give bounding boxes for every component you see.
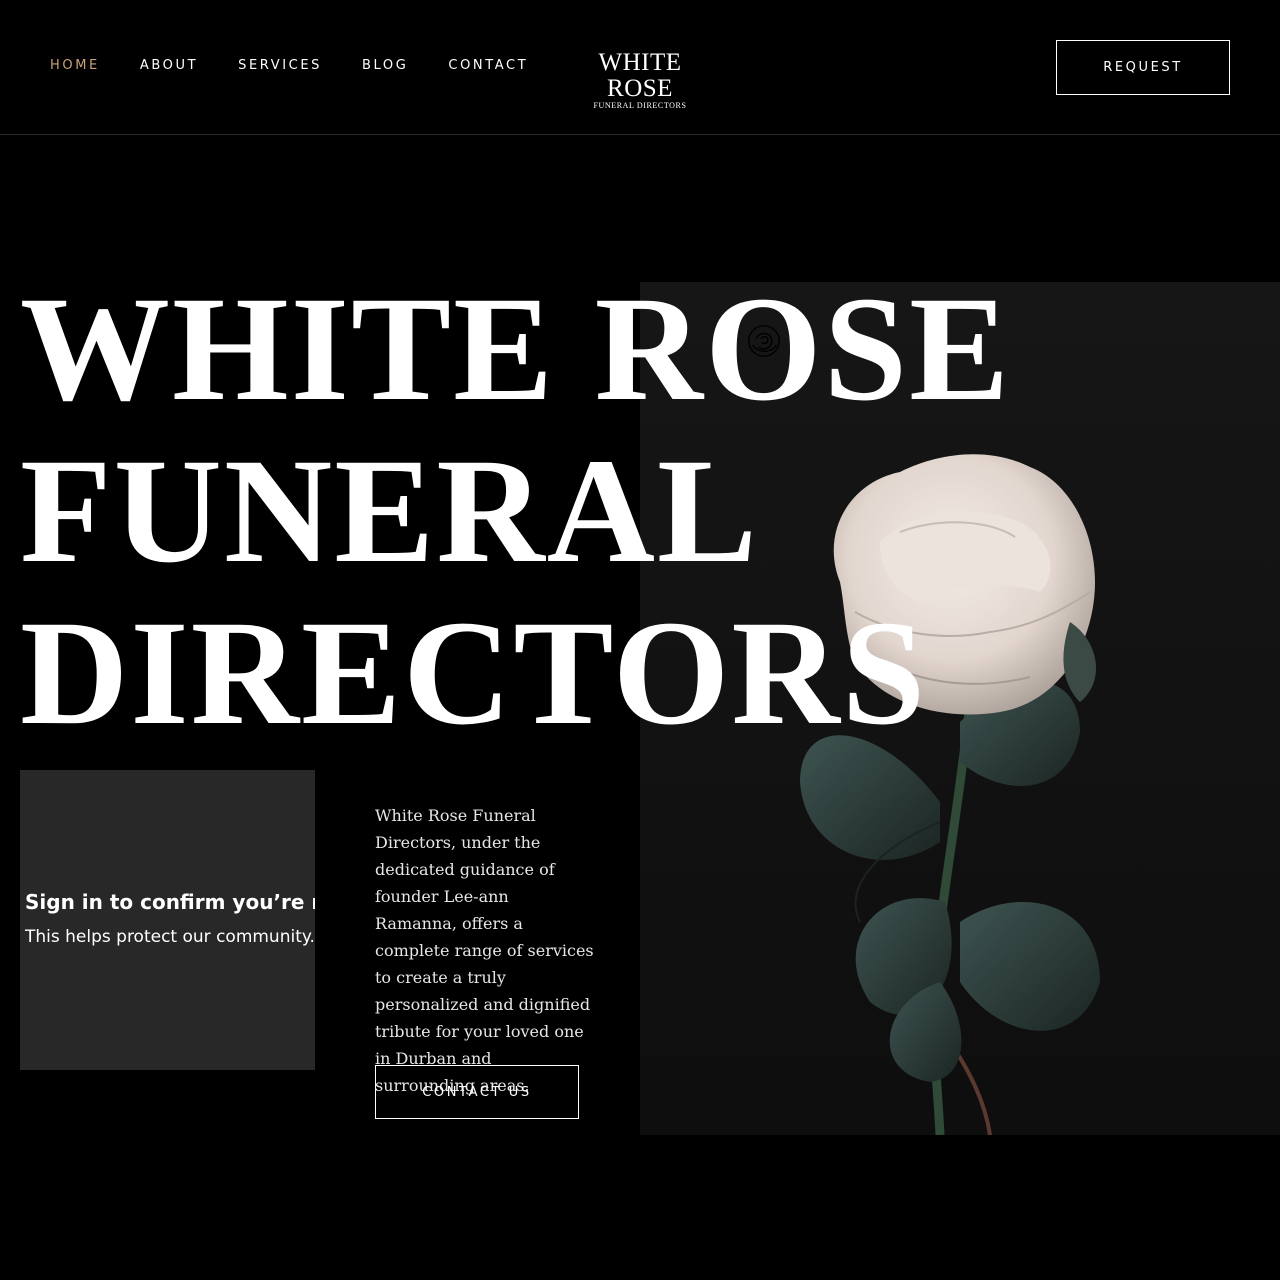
nav-home[interactable]: HOME (50, 58, 100, 74)
nav-blog[interactable]: BLOG (362, 58, 408, 74)
video-embed-subtitle: This helps protect our community. Le (25, 927, 315, 947)
video-embed-subtitle-text: This helps protect our community. (25, 927, 315, 947)
site-header: HOME ABOUT SERVICES BLOG CONTACT WHITE R… (0, 0, 1280, 135)
logo-wordmark: WHITE ROSE (598, 49, 682, 102)
nav-services[interactable]: SERVICES (238, 58, 322, 74)
hero-title: WHITE RO SE FUNERAL DIRECTORS (20, 268, 1011, 754)
hero-title-line-1: WHITE RO SE (20, 268, 1011, 430)
logo-tagline: FUNERAL DIRECTORS (593, 101, 687, 110)
hero-title-line-1-end: SE (823, 266, 1012, 432)
request-button[interactable]: REQUEST (1056, 40, 1230, 95)
site-logo[interactable]: WHITE ROSE FUNERAL DIRECTORS (570, 50, 710, 110)
rose-letter-o: O (705, 268, 824, 430)
hero-title-line-3: DIRECTORS (20, 590, 928, 756)
rose-icon (748, 325, 781, 357)
video-embed[interactable]: Sign in to confirm you’re not a This hel… (20, 770, 315, 1070)
contact-us-button[interactable]: CONTACT US (375, 1065, 579, 1119)
nav-contact[interactable]: CONTACT (448, 58, 528, 74)
nav-about[interactable]: ABOUT (140, 58, 198, 74)
hero-description: White Rose Funeral Directors, under the … (375, 806, 594, 1095)
hero-title-line-2: FUNERAL (20, 428, 760, 594)
video-embed-title: Sign in to confirm you’re not a (25, 890, 315, 914)
hero-title-line-1-start: WHITE R (20, 266, 705, 432)
main-nav: HOME ABOUT SERVICES BLOG CONTACT (50, 58, 568, 74)
